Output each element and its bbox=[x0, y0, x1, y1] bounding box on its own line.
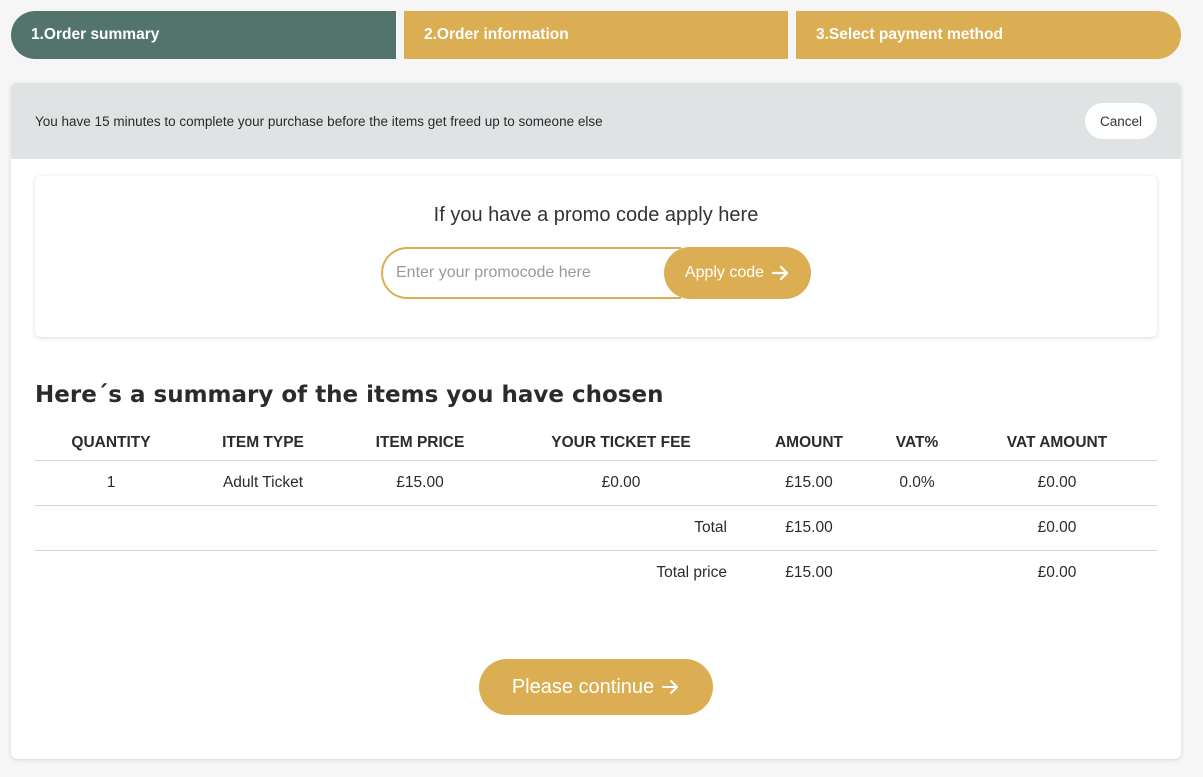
promo-code-input[interactable] bbox=[381, 247, 681, 299]
total-price-vat-amount: £0.00 bbox=[1037, 564, 1077, 581]
total-label: Total bbox=[501, 505, 741, 551]
total-price-row: Total price £15.00 £0.00 bbox=[35, 551, 1157, 596]
cell-vat-pct: 0.0% bbox=[877, 460, 957, 506]
table-header-row: QUANTITY ITEM TYPE ITEM PRICE YOUR TICKE… bbox=[35, 434, 1157, 461]
total-amount: £15.00 bbox=[741, 505, 877, 551]
cell-item-price: £15.00 bbox=[339, 460, 501, 506]
cell-ticket-fee: £0.00 bbox=[501, 460, 741, 506]
checkout-steps: 1.Order summary 2.Order information 3.Se… bbox=[11, 11, 1181, 59]
cancel-button[interactable]: Cancel bbox=[1085, 103, 1157, 139]
cell-amount: £15.00 bbox=[741, 460, 877, 506]
continue-label: Please continue bbox=[511, 675, 655, 698]
table-row: 1 Adult Ticket £15.00 £0.00 £15.00 0.0% … bbox=[35, 460, 1157, 506]
apply-code-label: Apply code bbox=[684, 264, 765, 281]
total-price-amount: £15.00 bbox=[785, 564, 833, 581]
total-price-label: Total price bbox=[656, 564, 727, 581]
summary-title: Here´s a summary of the items you have c… bbox=[35, 382, 664, 408]
cell-vat-amount: £0.00 bbox=[957, 460, 1157, 506]
apply-code-button[interactable]: Apply code bbox=[664, 247, 811, 299]
col-amount: AMOUNT bbox=[741, 434, 877, 461]
step-order-information[interactable]: 2.Order information bbox=[404, 11, 788, 59]
col-item-type: ITEM TYPE bbox=[187, 434, 339, 461]
arrow-right-icon bbox=[662, 680, 679, 694]
col-vat-pct: VAT% bbox=[877, 434, 957, 461]
total-row: Total £15.00 £0.00 bbox=[35, 505, 1157, 551]
col-ticket-fee: YOUR TICKET FEE bbox=[501, 434, 741, 461]
promo-title: If you have a promo code apply here bbox=[433, 204, 759, 226]
total-vat-amount: £0.00 bbox=[957, 505, 1157, 551]
cell-quantity: 1 bbox=[35, 460, 187, 506]
timer-notice-text: You have 15 minutes to complete your pur… bbox=[35, 114, 603, 129]
timer-notice: You have 15 minutes to complete your pur… bbox=[11, 83, 1181, 159]
summary-table: QUANTITY ITEM TYPE ITEM PRICE YOUR TICKE… bbox=[35, 434, 1157, 595]
col-quantity: QUANTITY bbox=[35, 434, 187, 461]
arrow-right-icon bbox=[772, 265, 789, 281]
col-item-price: ITEM PRICE bbox=[339, 434, 501, 461]
step-order-summary[interactable]: 1.Order summary bbox=[11, 11, 396, 59]
col-vat-amount: VAT AMOUNT bbox=[957, 434, 1157, 461]
promo-row: Apply code bbox=[381, 247, 811, 299]
step-select-payment-method[interactable]: 3.Select payment method bbox=[796, 11, 1181, 59]
order-card: You have 15 minutes to complete your pur… bbox=[11, 83, 1181, 759]
continue-button[interactable]: Please continue bbox=[479, 659, 713, 715]
cell-item-type: Adult Ticket bbox=[187, 460, 339, 506]
promo-code-box: If you have a promo code apply here Appl… bbox=[35, 176, 1157, 337]
